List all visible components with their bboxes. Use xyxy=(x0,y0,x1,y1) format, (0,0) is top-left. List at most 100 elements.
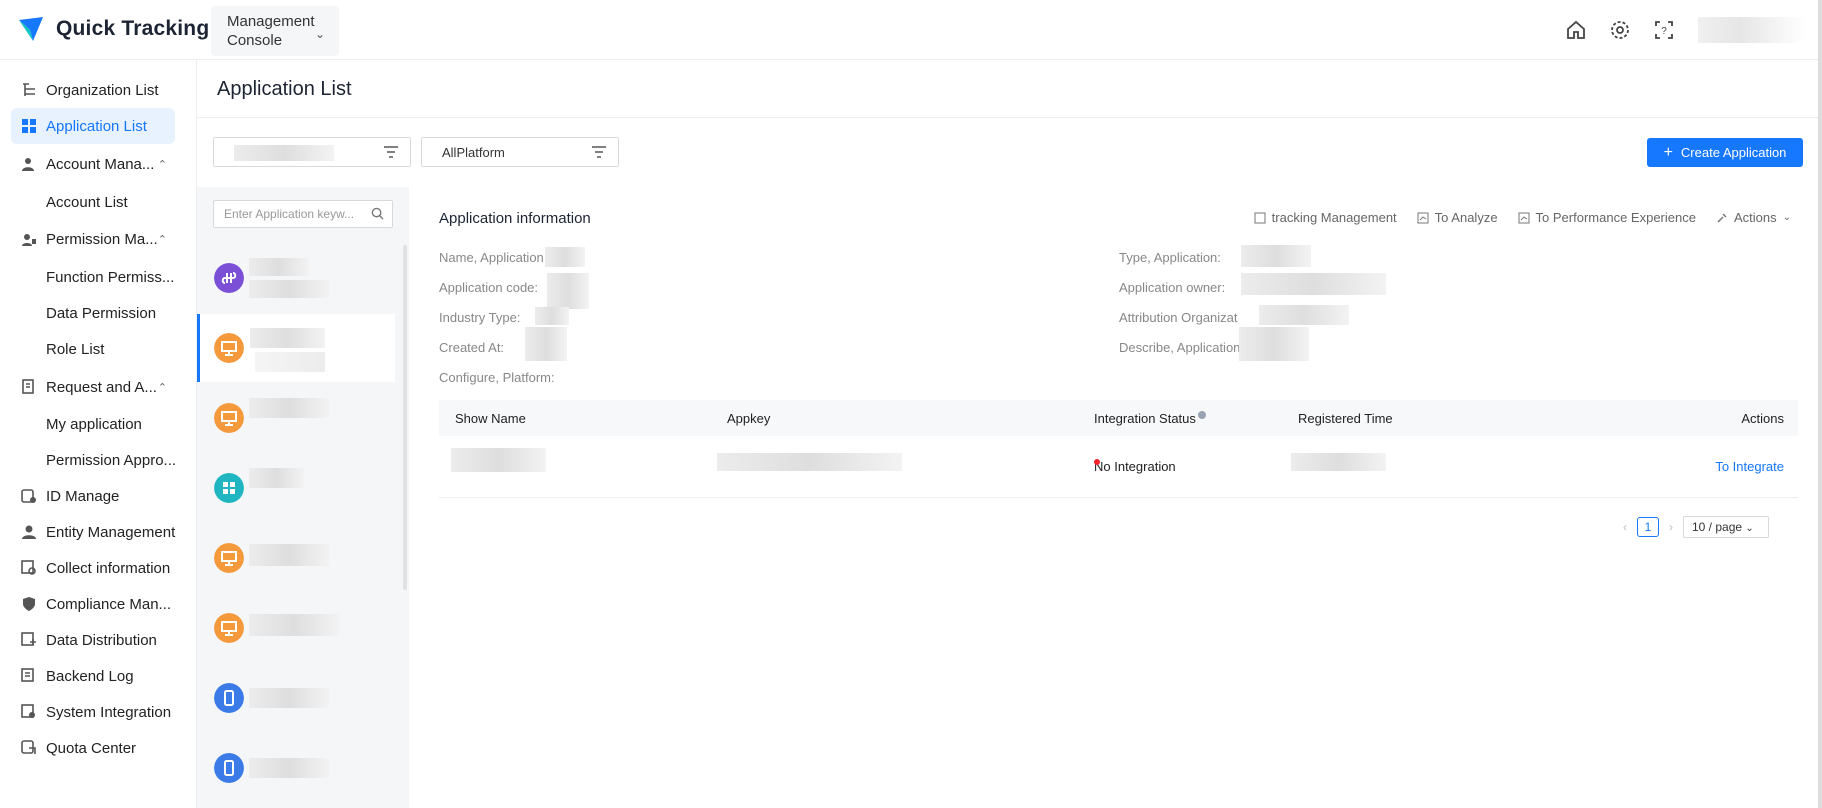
create-application-label: Create Application xyxy=(1680,145,1787,160)
sidebar-item-organization-list[interactable]: Organization List xyxy=(11,72,175,108)
gear-icon[interactable] xyxy=(1608,18,1632,42)
sidebar-item-role-list[interactable]: Role List xyxy=(11,331,175,367)
mobile-icon xyxy=(214,683,244,713)
to-integrate-link[interactable]: To Integrate xyxy=(1715,459,1784,474)
application-list-panel: Enter Application keyw... xyxy=(197,187,409,808)
integration-status: No Integration xyxy=(1094,459,1176,474)
desktop-icon xyxy=(214,613,244,643)
page-header: Application List xyxy=(197,60,1818,118)
sidebar-item-data-permission[interactable]: Data Permission xyxy=(11,295,175,331)
sidebar-item-backend-log[interactable]: Backend Log xyxy=(11,658,175,694)
sidebar-item-data-distribution[interactable]: Data Distribution xyxy=(11,622,175,658)
sidebar-item-account-list[interactable]: Account List xyxy=(11,184,175,220)
application-search-input[interactable]: Enter Application keyw... xyxy=(213,200,393,228)
application-list-item[interactable] xyxy=(197,384,395,452)
sidebar-item-label: Request and A... xyxy=(46,378,157,396)
application-list-item-selected[interactable] xyxy=(197,314,395,382)
org-list-icon xyxy=(23,83,35,96)
filter-icon xyxy=(384,146,398,158)
field-type-application: Type, Application: xyxy=(1119,250,1221,265)
application-list-item[interactable] xyxy=(197,664,395,732)
platform-filter[interactable]: AllPlatform xyxy=(421,137,619,167)
application-list-item[interactable] xyxy=(197,454,395,522)
application-list-item[interactable] xyxy=(197,734,395,802)
page-size-select[interactable]: 10 / page ⌄ xyxy=(1683,516,1769,538)
sidebar-item-account-management[interactable]: Account Mana... ⌃ xyxy=(11,146,175,182)
application-list-item[interactable] xyxy=(197,244,395,312)
actions-dropdown[interactable]: Actions ⌄ xyxy=(1716,210,1791,225)
chart-icon xyxy=(1417,212,1429,223)
svg-text:?: ? xyxy=(1661,26,1667,37)
sidebar-item-label: Permission Appro... xyxy=(46,451,177,469)
sidebar-item-permission-approval[interactable]: Permission Appro... xyxy=(11,442,177,478)
tracking-management-link[interactable]: tracking Management xyxy=(1254,210,1397,225)
miniprogram-icon xyxy=(214,263,244,293)
log-icon xyxy=(21,668,34,682)
sidebar-item-entity-management[interactable]: Entity Management xyxy=(11,514,175,550)
account-icon xyxy=(22,158,34,171)
table-header: Show Name Appkey Integration Status Regi… xyxy=(439,400,1798,436)
column-integration-status: Integration Status xyxy=(1094,411,1206,426)
sidebar-item-my-application[interactable]: My application xyxy=(11,406,175,442)
performance-experience-link[interactable]: To Performance Experience xyxy=(1518,210,1696,225)
page-size-label: 10 / page xyxy=(1692,520,1743,534)
home-icon[interactable] xyxy=(1564,18,1588,42)
sidebar-item-system-integration[interactable]: System Integration xyxy=(11,694,175,730)
page-number[interactable]: 1 xyxy=(1637,517,1659,537)
sidebar-item-label: Compliance Man... xyxy=(46,595,172,613)
help-icon[interactable]: ? xyxy=(1652,18,1676,42)
sidebar-item-label: Data Distribution xyxy=(46,631,157,649)
sidebar-item-id-manage[interactable]: ID Manage xyxy=(11,478,175,514)
sidebar-item-compliance-management[interactable]: Compliance Man... xyxy=(11,586,175,622)
sidebar-item-collect-information[interactable]: Collect information xyxy=(11,550,175,586)
column-appkey: Appkey xyxy=(727,411,771,426)
sidebar-item-label: Application List xyxy=(46,117,147,135)
action-label: tracking Management xyxy=(1271,210,1397,225)
application-list-item[interactable] xyxy=(197,524,395,592)
entity-icon xyxy=(22,525,36,539)
list-scrollbar[interactable] xyxy=(403,245,407,590)
field-application-code: Application code: xyxy=(439,280,539,295)
field-describe-application: Describe, Application xyxy=(1119,340,1241,355)
application-list-item[interactable] xyxy=(197,594,395,662)
quota-icon xyxy=(21,740,36,754)
field-created-at: Created At: xyxy=(439,340,505,355)
info-icon[interactable] xyxy=(1197,411,1206,419)
organization-filter[interactable] xyxy=(213,137,411,167)
application-detail: Application information tracking Managem… xyxy=(409,187,1809,808)
column-show-name: Show Name xyxy=(455,411,526,426)
create-application-button[interactable]: + Create Application xyxy=(1647,138,1803,167)
sidebar-item-label: ID Manage xyxy=(46,487,120,505)
sidebar-item-label: Entity Management xyxy=(46,523,176,541)
to-analyze-link[interactable]: To Analyze xyxy=(1417,210,1498,225)
page-title: Application List xyxy=(217,78,352,100)
sidebar-item-label: Permission Ma... xyxy=(46,230,158,248)
management-console-dropdown[interactable]: Management Console ⌄ xyxy=(211,6,339,56)
desktop-icon xyxy=(214,333,244,363)
sidebar-item-label: System Integration xyxy=(46,703,172,721)
field-application-owner: Application owner: xyxy=(1119,280,1226,295)
field-configure-platform: Configure, Platform: xyxy=(439,370,555,385)
app-grid-icon xyxy=(22,119,36,133)
chevron-up-icon: ⌃ xyxy=(157,381,167,394)
logo[interactable]: Quick Tracking xyxy=(16,14,209,44)
sidebar-item-application-list[interactable]: Application List xyxy=(11,108,175,144)
sidebar-item-label: Quota Center xyxy=(46,739,137,757)
column-registered-time: Registered Time xyxy=(1298,411,1393,426)
id-icon xyxy=(21,489,36,503)
sidebar-item-function-permission[interactable]: Function Permiss... xyxy=(11,259,175,295)
shield-icon xyxy=(23,597,35,611)
user-avatar-blurred[interactable] xyxy=(1698,17,1806,43)
chevron-down-icon: ⌄ xyxy=(1745,523,1754,534)
window-edge xyxy=(1818,0,1822,808)
mobile-icon xyxy=(214,753,244,783)
sidebar-item-permission-management[interactable]: Permission Ma... ⌃ xyxy=(11,221,175,257)
status-text: No Integration xyxy=(1094,459,1176,474)
platform-filter-value: AllPlatform xyxy=(442,145,505,160)
prev-page-icon[interactable]: ‹ xyxy=(1623,520,1627,534)
blurred-value xyxy=(234,145,334,161)
sidebar-item-request-approval[interactable]: Request and A... ⌃ xyxy=(11,369,175,405)
action-label: To Analyze xyxy=(1434,210,1498,225)
sidebar-item-quota-center[interactable]: Quota Center xyxy=(11,730,175,766)
next-page-icon[interactable]: › xyxy=(1669,520,1673,534)
